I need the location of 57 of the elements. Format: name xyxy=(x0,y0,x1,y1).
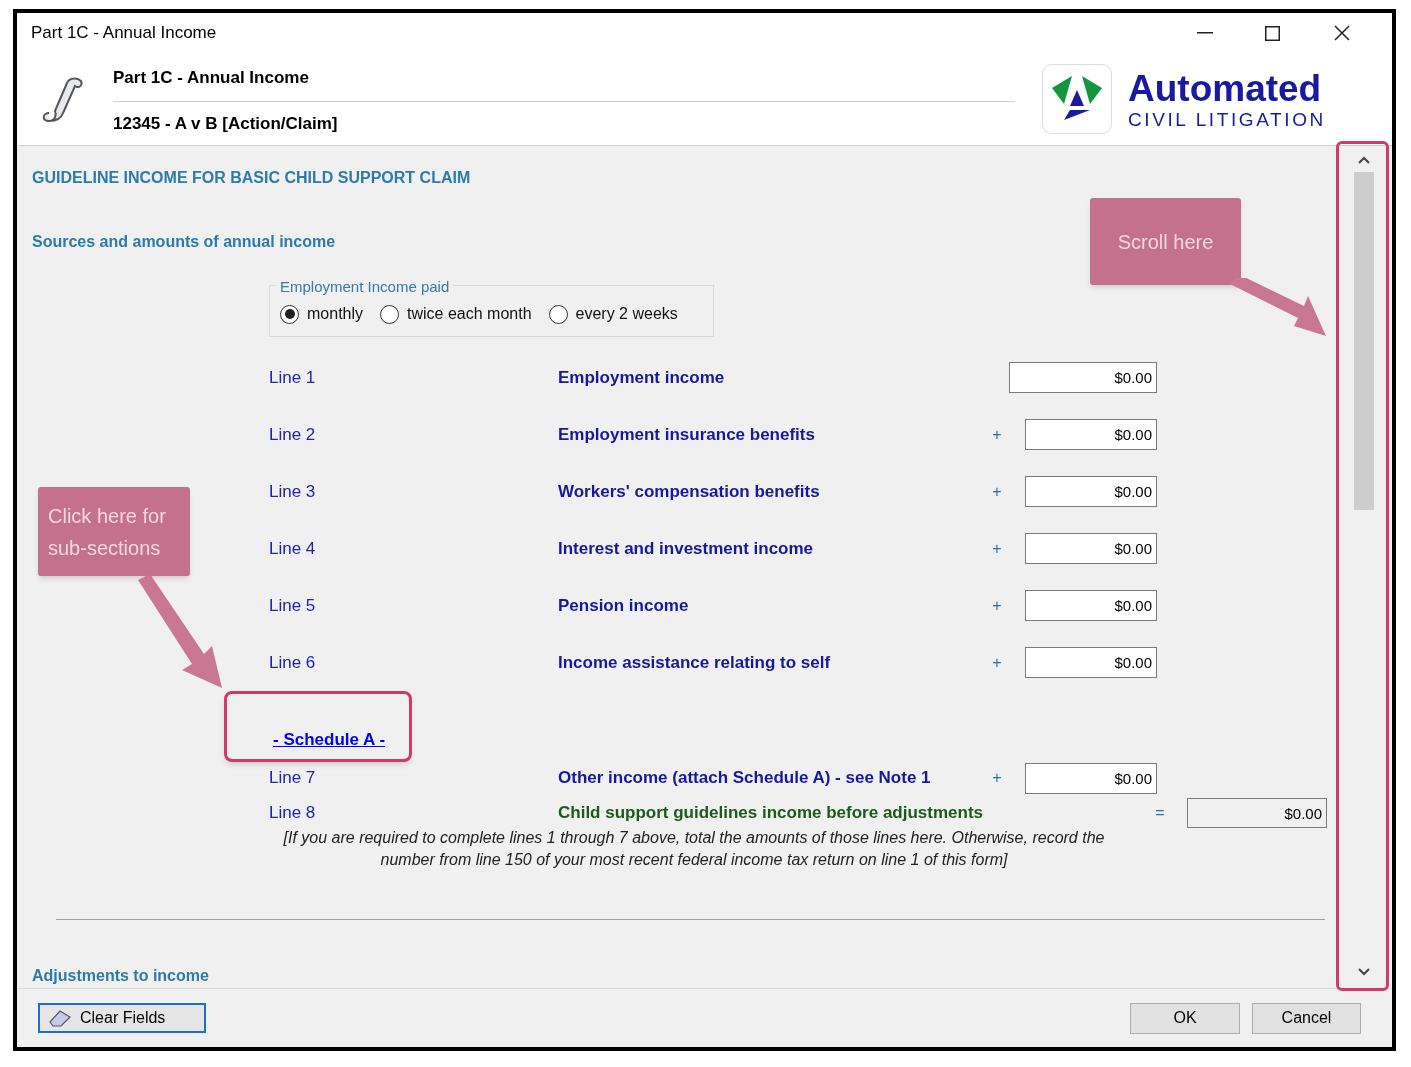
line-label: Line 7 xyxy=(269,767,317,790)
eraser-icon xyxy=(48,1009,72,1027)
logo-tagline: CIVIL LITIGATION xyxy=(1128,109,1326,129)
amount-field[interactable]: $0.00 xyxy=(1025,762,1157,794)
line-description: Employment insurance benefits xyxy=(558,423,816,446)
line-description: Income assistance relating to self xyxy=(558,651,832,674)
operator-sign: + xyxy=(991,481,1003,502)
operator-sign: + xyxy=(991,424,1003,445)
radio-option[interactable]: every 2 weeks xyxy=(548,302,678,327)
clear-fields-button[interactable]: Clear Fields xyxy=(38,1003,206,1033)
scrollbar-thumb[interactable] xyxy=(1354,172,1374,510)
schedule-a-link[interactable]: - Schedule A - xyxy=(273,726,386,753)
line-description: Interest and investment income xyxy=(558,537,815,560)
amount-field[interactable]: $0.00 xyxy=(1025,419,1157,451)
line-8-note: [If you are required to complete lines 1 through 7 above, total the amounts of those lines here. Otherwise, record the number from line 150 of your most recent federal income tax return on line 1 of this form] xyxy=(282,828,1106,871)
logo-icon xyxy=(1042,64,1112,134)
scroll-up-icon[interactable] xyxy=(1358,156,1370,164)
scroll-down-icon[interactable] xyxy=(1358,968,1370,976)
line-description: Pension income xyxy=(558,594,690,617)
section-heading: Sources and amounts of annual income xyxy=(32,232,336,252)
operator-sign: + xyxy=(991,538,1003,559)
cancel-button[interactable]: Cancel xyxy=(1252,1002,1361,1034)
logo-name: Automated xyxy=(1128,69,1323,107)
line-description: Workers' compensation benefits xyxy=(558,480,821,503)
line-label: Line 5 xyxy=(269,594,317,617)
maximize-icon[interactable] xyxy=(1265,25,1280,41)
header-title: Part 1C - Annual Income xyxy=(113,67,310,89)
close-icon[interactable] xyxy=(1334,25,1350,41)
form-heading: GUIDELINE INCOME FOR BASIC CHILD SUPPORT CLAIM xyxy=(32,168,471,188)
radio-option[interactable]: twice each month xyxy=(380,302,532,327)
operator-sign: + xyxy=(991,768,1003,789)
amount-field[interactable]: $0.00 xyxy=(1025,590,1157,622)
line-label: Line 4 xyxy=(269,537,317,560)
section-heading: Adjustments to income xyxy=(32,966,209,986)
radio-option[interactable]: monthly xyxy=(280,302,364,327)
line-label: Line 2 xyxy=(269,423,317,446)
operator-sign: + xyxy=(991,595,1003,616)
ok-button[interactable]: OK xyxy=(1130,1002,1240,1034)
line-label: Line 6 xyxy=(269,651,317,674)
amount-field[interactable]: $0.00 xyxy=(1025,476,1157,508)
amount-field[interactable]: $0.00 xyxy=(1025,533,1157,565)
line-description: Child support guidelines income before adjustments xyxy=(558,802,985,825)
operator-sign: = xyxy=(1154,803,1166,824)
line-label: Line 8 xyxy=(269,802,317,825)
minimize-icon[interactable] xyxy=(1197,32,1213,34)
sub-sections-callout: Click here for sub-sections xyxy=(38,487,190,576)
line-description: Employment income xyxy=(558,366,726,389)
case-name: 12345 - A v B [Action/Claim] xyxy=(113,112,339,135)
amount-field[interactable]: $0.00 xyxy=(1009,362,1157,394)
line-description: Other income (attach Schedule A) - see Note 1 xyxy=(558,767,932,790)
line-label: Line 1 xyxy=(269,366,317,389)
operator-sign: + xyxy=(991,652,1003,673)
window-title: Part 1C - Annual Income xyxy=(31,22,218,45)
scroll-callout: Scroll here xyxy=(1090,198,1241,285)
total-field[interactable]: $0.00 xyxy=(1187,798,1327,829)
line-label: Line 3 xyxy=(269,480,317,503)
amount-field[interactable]: $0.00 xyxy=(1025,647,1157,679)
